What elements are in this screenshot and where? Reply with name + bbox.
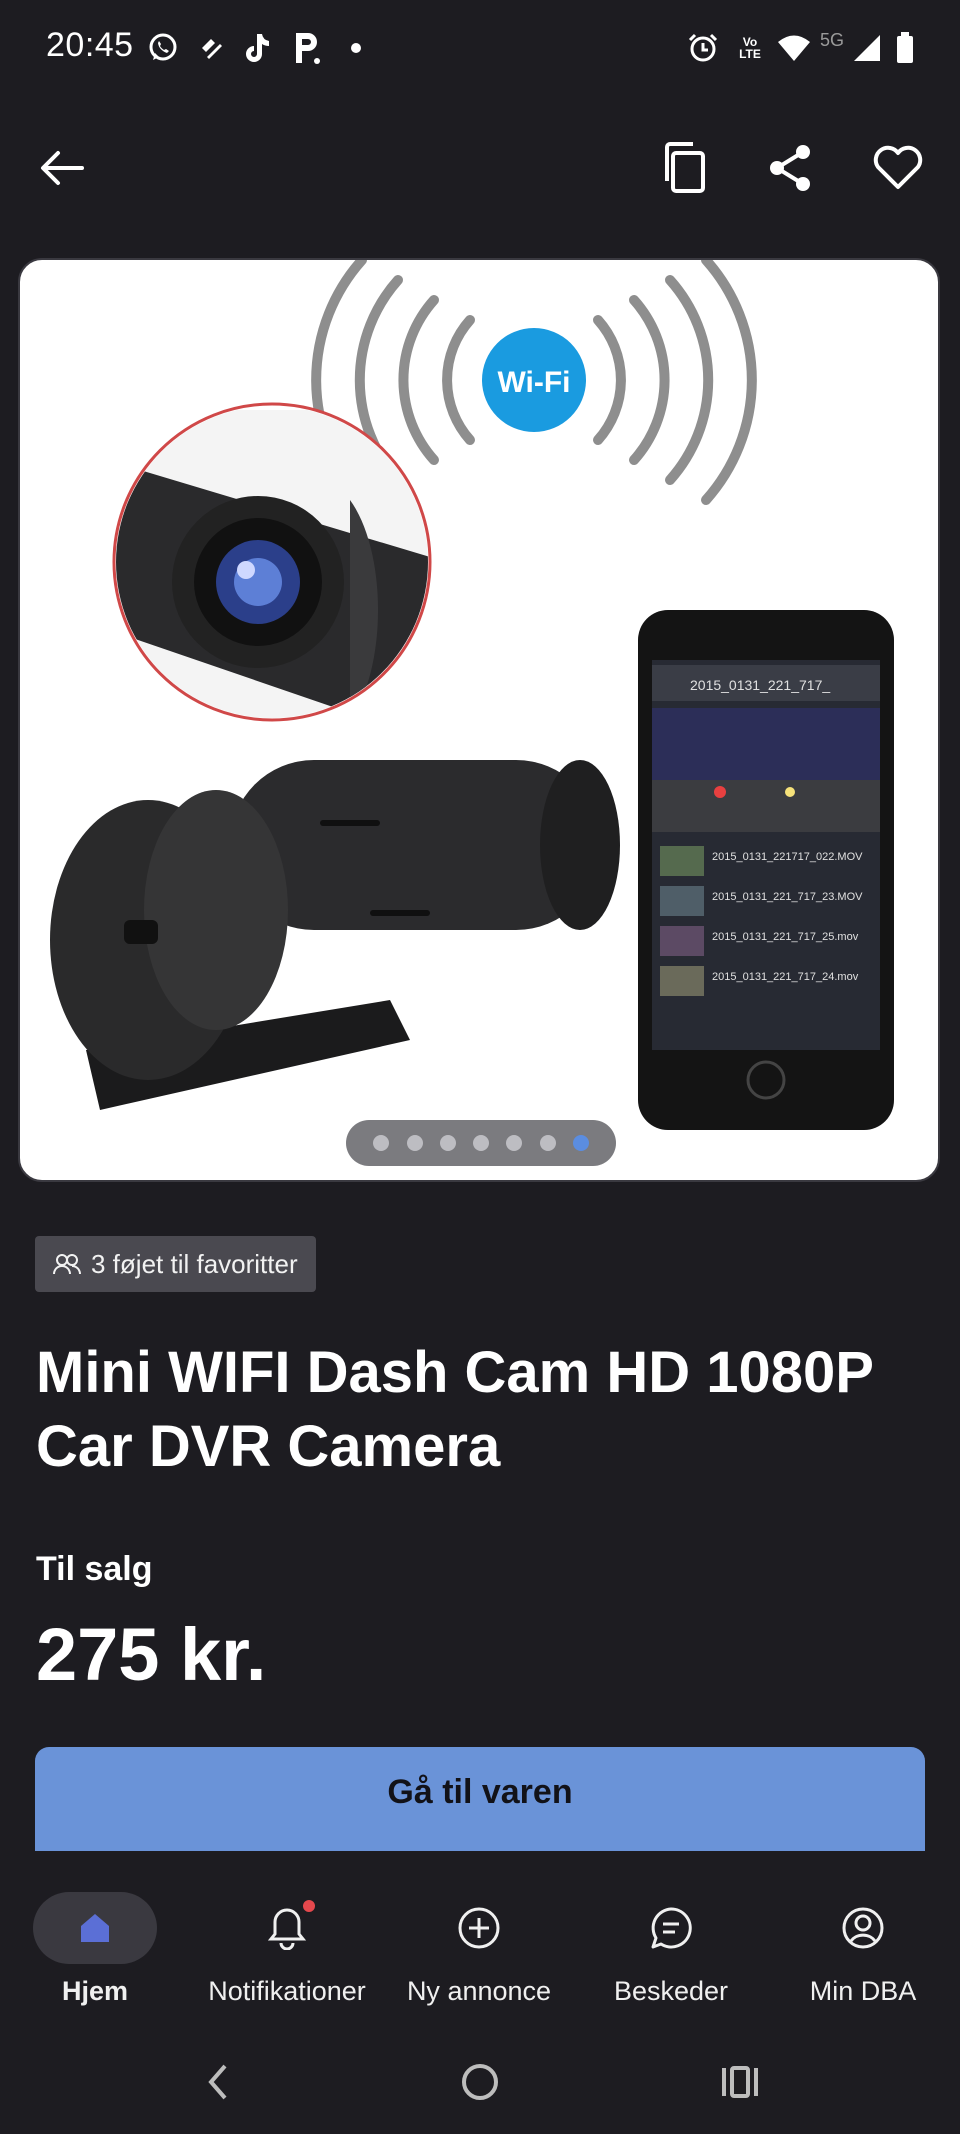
nav-my-dba[interactable]: Min DBA xyxy=(768,1892,958,2022)
listing-price: 275 kr. xyxy=(36,1613,267,1696)
nav-messages[interactable]: Beskeder xyxy=(576,1892,766,2022)
system-home-button[interactable] xyxy=(440,2050,520,2114)
status-bar: 20:45 Vo LTE 5G xyxy=(0,0,960,96)
bell-icon xyxy=(267,1908,307,1950)
network-label: 5G xyxy=(820,30,845,50)
nav-home-label: Hjem xyxy=(61,1976,129,2006)
gallery-dot-active[interactable] xyxy=(572,1135,589,1151)
back-button[interactable] xyxy=(26,132,98,204)
gallery-dot[interactable] xyxy=(373,1135,390,1151)
users-icon xyxy=(53,1254,81,1275)
recents-icon xyxy=(722,2066,758,2098)
nav-messages-label: Beskeder xyxy=(613,1976,729,2006)
app-icon xyxy=(196,30,226,66)
system-back-button[interactable] xyxy=(178,2050,258,2114)
nav-notifications[interactable]: Notifikationer xyxy=(192,1892,382,2022)
gallery-pagination xyxy=(346,1120,616,1166)
favorites-count-text: 3 føjet til favoritter xyxy=(91,1248,298,1279)
listing-title: Mini WIFI Dash Cam HD 1080P Car DVR Came… xyxy=(36,1340,873,1479)
gallery-dot[interactable] xyxy=(406,1135,423,1151)
plus-circle-icon xyxy=(458,1907,500,1949)
nav-my-dba-label: Min DBA xyxy=(809,1976,917,2006)
chat-icon xyxy=(651,1907,692,1949)
heart-icon xyxy=(873,145,923,189)
wifi-label: Wi-Fi xyxy=(497,366,570,399)
nav-new-listing[interactable]: Ny annonce xyxy=(384,1892,574,2022)
volte-label: Vo LTE xyxy=(739,35,761,61)
gallery-dot[interactable] xyxy=(506,1135,523,1151)
favorite-button[interactable] xyxy=(862,132,934,204)
go-to-item-button[interactable]: Gå til varen xyxy=(35,1747,925,1851)
file-2: 2015_0131_221_717_23.MOV xyxy=(712,891,863,903)
wifi-icon xyxy=(774,30,814,66)
chevron-left-icon xyxy=(208,2064,227,2100)
nav-new-listing-label: Ny annonce xyxy=(406,1976,552,2006)
back-arrow-icon xyxy=(41,151,84,185)
product-photo: Wi-Fi 2015_0131_221_717_ 2015_0131_22171… xyxy=(50,260,894,1130)
user-icon xyxy=(842,1907,884,1949)
share-icon xyxy=(770,145,810,191)
cellular-icon xyxy=(850,30,884,66)
circle-home-icon xyxy=(462,2064,498,2100)
status-time: 20:45 xyxy=(46,26,134,64)
battery-icon xyxy=(894,30,916,66)
gallery-dot[interactable] xyxy=(539,1135,556,1151)
favorites-badge: 3 føjet til favoritter xyxy=(35,1236,316,1292)
listing-status: Til salg xyxy=(36,1550,153,1588)
gallery-dot[interactable] xyxy=(473,1135,489,1151)
volte-icon: Vo LTE xyxy=(732,30,768,66)
dot-icon xyxy=(346,30,366,66)
tiktok-icon xyxy=(240,30,274,66)
home-icon xyxy=(81,1914,109,1942)
notification-dot xyxy=(303,1900,315,1912)
system-recents-button[interactable] xyxy=(700,2050,780,2114)
whatsapp-icon xyxy=(144,30,182,66)
gallery-dot[interactable] xyxy=(439,1135,456,1151)
file-4: 2015_0131_221_717_24.mov xyxy=(712,971,859,983)
nav-home[interactable]: Hjem xyxy=(0,1892,190,2022)
share-button[interactable] xyxy=(754,132,826,204)
file-1: 2015_0131_221717_022.MOV xyxy=(712,851,863,863)
copy-icon xyxy=(665,142,705,193)
phone-header: 2015_0131_221_717_ xyxy=(690,677,830,693)
parking-icon xyxy=(290,30,324,66)
nav-notifications-label: Notifikationer xyxy=(208,1976,366,2006)
product-image[interactable]: Wi-Fi 2015_0131_221_717_ 2015_0131_22171… xyxy=(18,258,940,1182)
copy-button[interactable] xyxy=(649,132,721,204)
alarm-icon xyxy=(686,30,720,66)
file-3: 2015_0131_221_717_25.mov xyxy=(712,931,859,943)
